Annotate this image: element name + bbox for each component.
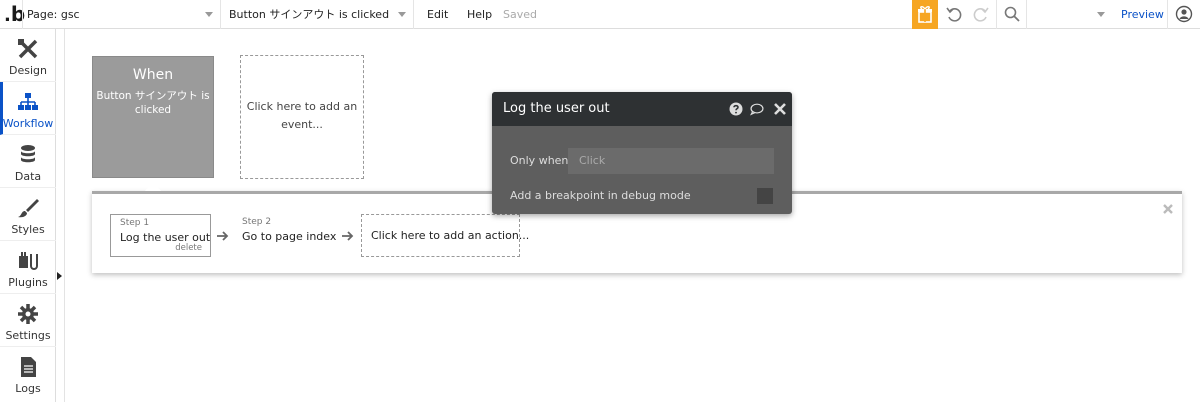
sidebar-item-label: Workflow	[2, 117, 54, 130]
save-status: Saved	[503, 8, 537, 21]
step-label: Step 1	[120, 218, 150, 228]
step-name: Go to page index	[242, 230, 337, 243]
chevron-down-icon[interactable]	[398, 12, 406, 17]
sidebar-item-label: Design	[9, 64, 47, 77]
help-icon[interactable]	[729, 102, 743, 116]
sidebar-item-label: Styles	[11, 223, 45, 236]
divider	[1026, 0, 1027, 29]
gift-icon	[918, 6, 932, 23]
breakpoint-label: Add a breakpoint in debug mode	[510, 189, 691, 202]
add-action-placeholder[interactable]: Click here to add an action...	[361, 214, 529, 257]
sidebar-item-label: Logs	[15, 382, 41, 395]
menu-edit[interactable]: Edit	[427, 0, 448, 29]
event-card[interactable]: When Button サインアウト is clicked	[92, 56, 214, 178]
divider	[220, 0, 221, 29]
plug-icon	[19, 252, 38, 270]
step-card[interactable]: Step 2 Go to page index	[234, 214, 344, 257]
database-icon	[21, 145, 35, 163]
sidebar-item-workflow[interactable]: Workflow	[0, 82, 56, 135]
brush-icon	[18, 199, 39, 218]
divider	[64, 29, 65, 402]
sidebar-item-design[interactable]: Design	[0, 29, 56, 82]
popup-header: Log the user out	[492, 92, 792, 126]
account-icon[interactable]	[1175, 5, 1193, 23]
bubble-logo[interactable]: .b	[4, 3, 25, 26]
redo-icon[interactable]	[972, 5, 990, 23]
delete-step-link[interactable]: delete	[175, 243, 202, 253]
event-select[interactable]: Button サインアウト is clicked	[229, 0, 389, 29]
document-icon	[21, 357, 36, 377]
sidebar-item-label: Settings	[5, 329, 51, 342]
only-when-label: Only when	[510, 154, 569, 167]
sidebar: Design Workflow Data Styles Plugins Sett…	[0, 29, 56, 402]
divider	[1167, 0, 1168, 29]
event-title: When	[132, 67, 174, 83]
breakpoint-checkbox[interactable]	[757, 188, 773, 204]
sidebar-item-plugins[interactable]: Plugins	[0, 241, 56, 294]
gear-icon	[18, 304, 38, 324]
chevron-down-icon[interactable]	[205, 12, 213, 17]
only-when-input[interactable]: Click	[568, 148, 774, 174]
top-bar: .b Page: gsc Button サインアウト is clicked Ed…	[0, 0, 1200, 29]
page-select[interactable]: Page: gsc	[27, 0, 80, 29]
event-subtitle: Button サインアウト is clicked	[96, 90, 210, 116]
undo-icon[interactable]	[945, 5, 963, 23]
popup-title: Log the user out	[503, 101, 610, 116]
chevron-down-icon[interactable]	[1097, 12, 1105, 17]
divider	[996, 0, 997, 29]
sidebar-expand-arrow[interactable]	[57, 272, 62, 280]
add-event-placeholder[interactable]: Click here to add an event...	[240, 55, 364, 179]
sidebar-item-logs[interactable]: Logs	[0, 347, 56, 400]
menu-help[interactable]: Help	[467, 0, 492, 29]
arrow-right-icon	[342, 231, 354, 241]
close-icon[interactable]	[1162, 203, 1174, 215]
preview-link[interactable]: Preview	[1121, 0, 1164, 29]
divider	[22, 0, 23, 29]
design-icon	[18, 39, 38, 59]
step-card[interactable]: Step 1 Log the user out delete	[110, 214, 211, 257]
sidebar-item-styles[interactable]: Styles	[0, 188, 56, 241]
sidebar-item-label: Data	[14, 170, 42, 183]
divider	[413, 0, 414, 29]
comment-icon[interactable]	[750, 102, 764, 116]
sidebar-item-settings[interactable]: Settings	[0, 294, 56, 347]
step-label: Step 2	[242, 217, 272, 227]
event-pointer	[145, 182, 161, 191]
close-icon[interactable]	[773, 102, 787, 116]
arrow-right-icon	[217, 231, 229, 241]
sidebar-item-label: Plugins	[8, 276, 48, 289]
gift-button[interactable]	[912, 0, 938, 29]
workflow-icon	[18, 93, 38, 110]
sidebar-item-data[interactable]: Data	[0, 135, 56, 188]
search-icon[interactable]	[1003, 5, 1021, 23]
action-popup: Log the user out Only when Click Add a b…	[492, 92, 792, 214]
